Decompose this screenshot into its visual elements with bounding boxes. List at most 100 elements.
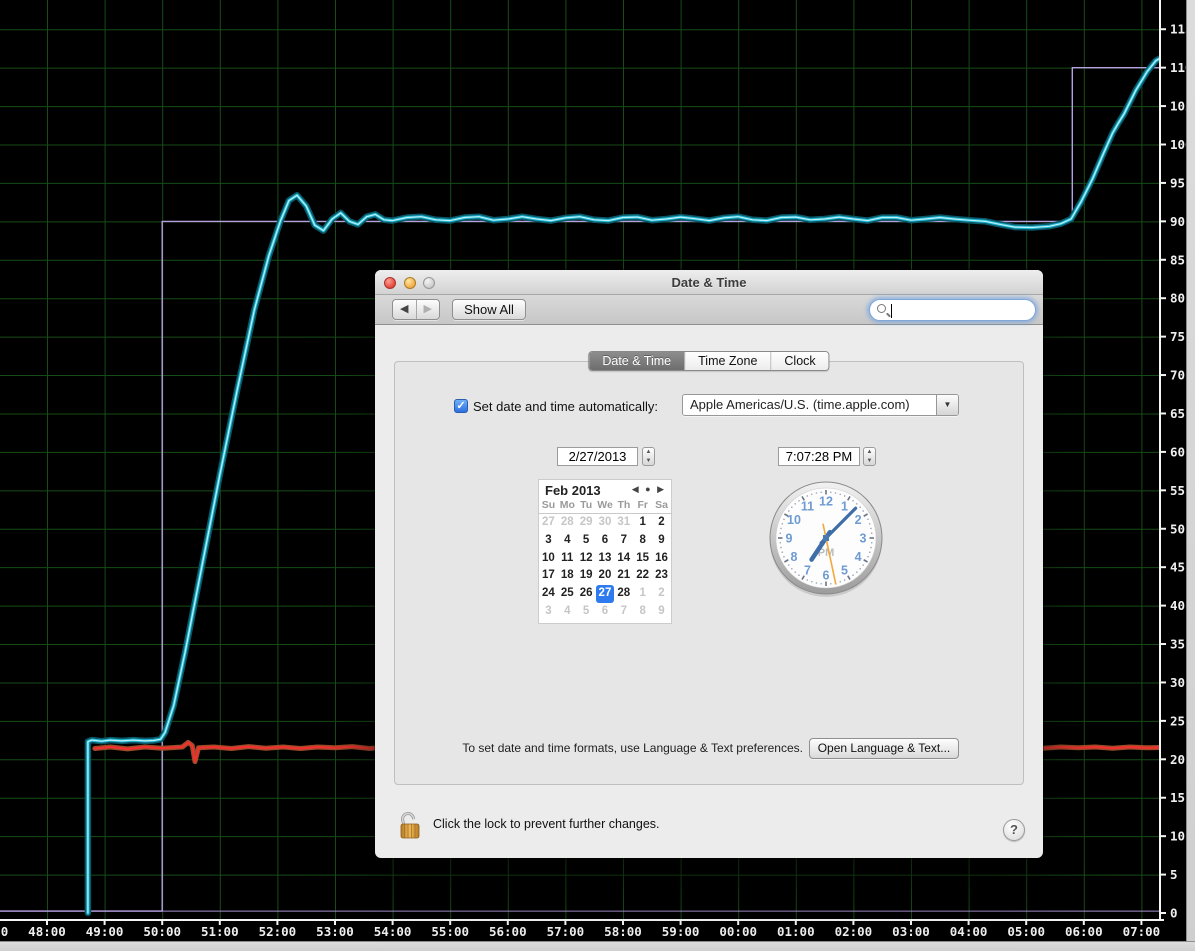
calendar-day[interactable]: 18 [558, 567, 577, 585]
calendar-day[interactable]: 27 [595, 585, 615, 603]
auto-set-label: Set date and time automatically: [473, 398, 658, 414]
tab-clock[interactable]: Clock [771, 352, 829, 370]
calendar-day[interactable]: 22 [633, 567, 652, 585]
auto-set-checkbox[interactable]: ✓ [454, 399, 468, 413]
svg-text:25: 25 [1170, 713, 1185, 728]
lock-icon[interactable] [399, 808, 423, 840]
calendar-day[interactable]: 8 [633, 603, 652, 621]
search-input[interactable] [894, 302, 1029, 318]
svg-text:85: 85 [1170, 252, 1185, 267]
calendar-day[interactable]: 27 [539, 514, 558, 532]
chart-window-edge-bottom [0, 941, 1195, 951]
back-button[interactable]: ◀ [393, 300, 417, 319]
svg-text:04:00: 04:00 [950, 924, 988, 939]
svg-text:95: 95 [1170, 175, 1185, 190]
svg-text:02:00: 02:00 [835, 924, 873, 939]
calendar-day[interactable]: 2 [652, 514, 671, 532]
calendar-day[interactable]: 3 [539, 532, 558, 550]
svg-text:03:00: 03:00 [892, 924, 930, 939]
calendar-day[interactable]: 16 [652, 550, 671, 568]
weekday-label: Sa [655, 499, 668, 511]
calendar-day[interactable]: 3 [539, 603, 558, 621]
svg-text:8: 8 [790, 550, 797, 564]
search-field[interactable] [869, 299, 1036, 321]
svg-text:10: 10 [787, 513, 801, 527]
calendar-day[interactable]: 15 [633, 550, 652, 568]
weekday-label: We [597, 499, 613, 511]
tab-time-zone[interactable]: Time Zone [685, 352, 772, 370]
calendar-day[interactable]: 1 [633, 585, 652, 603]
svg-text:80: 80 [1170, 291, 1185, 306]
nav-buttons: ◀ ▶ [392, 299, 440, 320]
calendar-day[interactable]: 28 [614, 585, 633, 603]
svg-text:48:00: 48:00 [28, 924, 66, 939]
calendar-day[interactable]: 4 [558, 532, 577, 550]
svg-text:4: 4 [855, 550, 862, 564]
calendar-day[interactable]: 7 [614, 532, 633, 550]
calendar-day[interactable]: 30 [596, 514, 615, 532]
window-title: Date & Time [671, 275, 747, 290]
calendar-day[interactable]: 5 [577, 603, 596, 621]
svg-text:6: 6 [823, 568, 830, 582]
calendar-day[interactable]: 23 [652, 567, 671, 585]
format-note: To set date and time formats, use Langua… [462, 741, 803, 755]
svg-text:10: 10 [1170, 829, 1185, 844]
svg-text:45: 45 [1170, 560, 1185, 575]
calendar-day[interactable]: 20 [596, 567, 615, 585]
chevron-down-icon: ▼ [936, 395, 958, 415]
calendar-day[interactable]: 21 [614, 567, 633, 585]
calendar-day[interactable]: 8 [633, 532, 652, 550]
svg-text:9: 9 [786, 531, 793, 545]
calendar-day[interactable]: 6 [596, 603, 615, 621]
calendar-day[interactable]: 9 [652, 603, 671, 621]
calendar-month-title: Feb 2013 [545, 483, 601, 498]
svg-text:5: 5 [1170, 867, 1178, 882]
calendar-day[interactable]: 19 [577, 567, 596, 585]
calendar-day[interactable]: 9 [652, 532, 671, 550]
calendar-day[interactable]: 6 [596, 532, 615, 550]
svg-text:47:00: 47:00 [0, 924, 8, 939]
date-stepper[interactable]: ▲ ▼ [642, 447, 655, 466]
calendar-day[interactable]: 4 [558, 603, 577, 621]
title-bar[interactable]: Date & Time [375, 270, 1043, 295]
open-language-text-button[interactable]: Open Language & Text... [809, 738, 959, 759]
calendar-nav[interactable]: ◀ ● ▶ [632, 484, 666, 495]
calendar-day[interactable]: 2 [652, 585, 671, 603]
svg-text:58:00: 58:00 [604, 924, 642, 939]
time-server-dropdown[interactable]: Apple Americas/U.S. (time.apple.com) ▼ [682, 394, 959, 416]
calendar-day[interactable]: 24 [539, 585, 558, 603]
calendar-day[interactable]: 7 [614, 603, 633, 621]
tab-date-time[interactable]: Date & Time [589, 352, 686, 370]
calendar-day[interactable]: 10 [539, 550, 558, 568]
calendar-day[interactable]: 29 [577, 514, 596, 532]
date-time-window: Date & Time ◀ ▶ Show All Date & Time Tim… [375, 270, 1043, 858]
calendar-day[interactable]: 14 [614, 550, 633, 568]
help-button[interactable]: ? [1003, 819, 1025, 841]
calendar-day[interactable]: 28 [558, 514, 577, 532]
calendar-day[interactable]: 12 [577, 550, 596, 568]
svg-text:60: 60 [1170, 444, 1185, 459]
forward-button[interactable]: ▶ [417, 300, 440, 319]
chart-window-edge-right [1186, 0, 1195, 951]
svg-text:05:00: 05:00 [1007, 924, 1045, 939]
calendar-day[interactable]: 13 [596, 550, 615, 568]
time-stepper[interactable]: ▲ ▼ [863, 447, 876, 466]
calendar-day[interactable]: 11 [558, 550, 577, 568]
calendar-day[interactable]: 31 [614, 514, 633, 532]
calendar-day[interactable]: 1 [633, 514, 652, 532]
calendar-day[interactable]: 25 [558, 585, 577, 603]
svg-text:52:00: 52:00 [259, 924, 297, 939]
calendar-day[interactable]: 17 [539, 567, 558, 585]
calendar-day[interactable]: 26 [577, 585, 596, 603]
calendar-day[interactable]: 5 [577, 532, 596, 550]
weekday-label: Mo [559, 499, 575, 511]
svg-text:20: 20 [1170, 752, 1185, 767]
svg-text:55: 55 [1170, 483, 1185, 498]
date-field[interactable]: 2/27/2013 [557, 447, 638, 466]
svg-text:07:00: 07:00 [1123, 924, 1161, 939]
time-field[interactable]: 7:07:28 PM [778, 447, 860, 466]
show-all-button[interactable]: Show All [452, 299, 526, 320]
svg-text:2: 2 [855, 513, 862, 527]
svg-text:55:00: 55:00 [431, 924, 469, 939]
svg-text:11: 11 [801, 499, 814, 513]
